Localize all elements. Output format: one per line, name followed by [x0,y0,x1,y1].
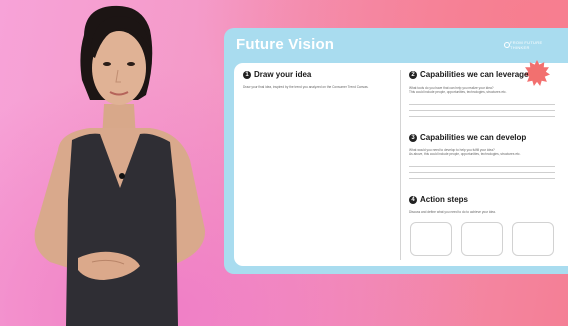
section-2-line-3 [409,116,555,117]
section-3-number: 3 [409,134,417,142]
section-4-title: Action steps [420,195,469,204]
action-step-box [512,222,554,256]
section-2-number: 2 [409,71,417,79]
board-title: Future Vision [236,36,335,53]
section-1-title: Draw your idea [254,70,312,79]
section-3-description-2: As above, this could include people, opp… [409,152,521,156]
section-2-line-2 [409,110,555,111]
action-step-box [461,222,503,256]
brand-line-2: THINKER [510,45,530,50]
brand-mark-icon [504,42,510,48]
section-3-line-3 [409,178,555,179]
section-3-title: Capabilities we can develop [420,133,527,142]
section-3-line-2 [409,172,555,173]
section-2-line-1 [409,104,555,105]
video-frame: Future Vision FROM FUTURE THINKER 1 Draw… [0,0,568,326]
brand-logo: FROM FUTURE THINKER [504,40,562,54]
column-divider [400,70,401,260]
section-3-line-1 [409,166,555,167]
section-4-number: 4 [409,196,417,204]
section-2-description-2: This could include people, opportunities… [409,90,507,94]
section-1-description: Draw your final idea, inspired by the tr… [243,85,369,89]
section-2-title: Capabilities we can leverage [420,70,529,79]
action-step-box [410,222,452,256]
section-1-number: 1 [243,71,251,79]
section-4-description: Discuss and define what you need to do t… [409,210,496,214]
